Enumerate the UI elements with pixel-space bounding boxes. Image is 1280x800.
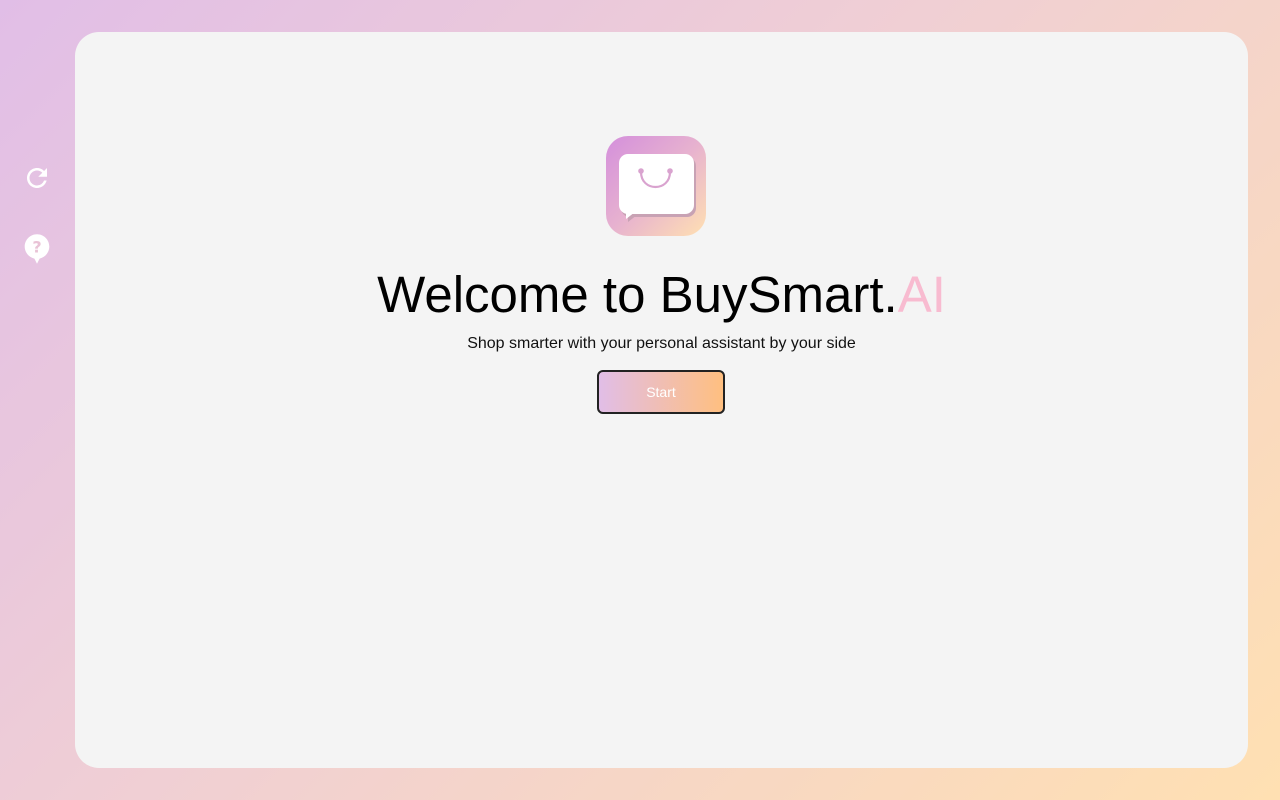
app-logo — [606, 136, 706, 236]
help-button[interactable]: ? — [22, 234, 52, 264]
refresh-icon — [27, 168, 47, 188]
welcome-panel: Welcome to BuySmart.AI Shop smarter with… — [75, 32, 1248, 768]
help-icon: ? — [24, 234, 50, 264]
svg-text:?: ? — [32, 238, 41, 257]
welcome-title-main: Welcome to BuySmart. — [377, 266, 898, 323]
welcome-title-accent: AI — [897, 266, 946, 323]
side-rail: ? — [0, 0, 75, 800]
welcome-title: Welcome to BuySmart.AI — [75, 264, 1248, 326]
start-button[interactable]: Start — [597, 370, 725, 414]
welcome-subtitle: Shop smarter with your personal assistan… — [467, 335, 856, 352]
refresh-button[interactable] — [22, 163, 52, 193]
shopping-bag-chat-icon — [619, 154, 696, 222]
